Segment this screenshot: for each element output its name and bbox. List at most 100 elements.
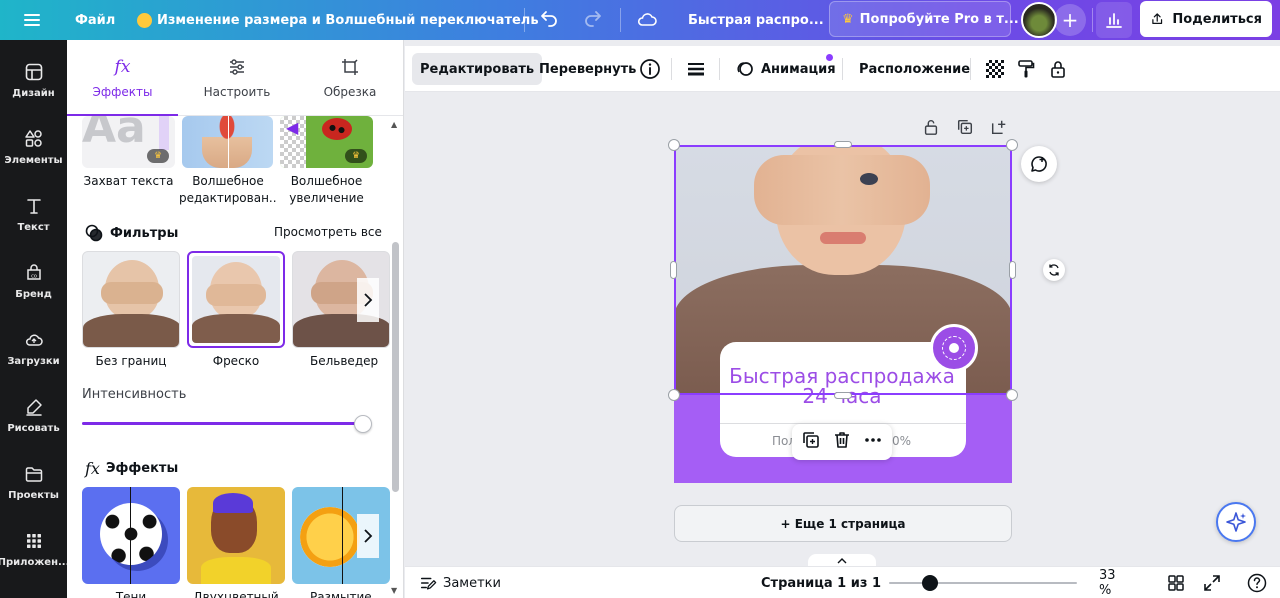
tab-effects[interactable]: fx Эффекты xyxy=(67,40,178,116)
effect-label: Двухцветный xyxy=(193,590,279,598)
portrait-shirt xyxy=(201,557,271,584)
context-toolbar: Редактировать Перевернуть Анимация Распо… xyxy=(405,46,1280,92)
upload-icon xyxy=(1152,13,1163,24)
try-pro-label: Попробуйте Pro в т... xyxy=(859,11,1019,27)
text-grab-accent xyxy=(159,116,169,150)
rail-item-label: Бренд xyxy=(15,288,52,300)
try-pro-button[interactable]: ♛ Попробуйте Pro в т... xyxy=(829,1,1019,37)
scroll-up-icon[interactable]: ▲ xyxy=(391,120,397,129)
position-button[interactable]: Расположение xyxy=(851,53,978,85)
rail-item-text[interactable]: Текст xyxy=(0,184,67,244)
resize-handle-right[interactable] xyxy=(1009,261,1016,279)
notes-button[interactable]: Заметки xyxy=(419,567,501,598)
zoom-level-button[interactable]: 33 % xyxy=(1099,567,1131,598)
transparency-button[interactable] xyxy=(983,57,1007,81)
ladybug-image xyxy=(322,118,352,140)
edit-image-button[interactable]: Редактировать xyxy=(412,53,543,85)
rail-item-label: Текст xyxy=(17,221,50,233)
avatar[interactable] xyxy=(1021,2,1057,38)
file-menu[interactable]: Файл xyxy=(75,0,115,40)
redo-button[interactable] xyxy=(582,0,604,40)
zoom-thumb[interactable] xyxy=(922,575,938,591)
filters-see-all-link[interactable]: Просмотреть все xyxy=(274,225,382,239)
resize-handle-top[interactable] xyxy=(834,141,852,148)
magic-expand-tool[interactable]: ◀ ♛ xyxy=(280,116,373,168)
filters-next-button[interactable] xyxy=(357,278,379,322)
resize-handle-top-right[interactable] xyxy=(1006,139,1018,151)
duplicate-element-icon[interactable] xyxy=(956,118,974,140)
comment-plus-icon xyxy=(1031,156,1047,172)
rail-item-elements[interactable]: Элементы xyxy=(0,117,67,177)
save-status-button[interactable] xyxy=(636,0,658,40)
fullscreen-button[interactable] xyxy=(1203,567,1221,598)
intensity-slider[interactable] xyxy=(82,414,372,434)
page-indicator[interactable]: Страница 1 из 1 xyxy=(761,567,881,598)
more-options-button[interactable] xyxy=(863,430,883,454)
resize-handle-bottom-left[interactable] xyxy=(668,389,680,401)
hands-with-flowers-image xyxy=(202,116,252,168)
duplicate-icon xyxy=(803,432,820,448)
rail-item-design[interactable]: Дизайн xyxy=(0,50,67,110)
doc-title[interactable]: Быстрая распро... xyxy=(688,0,824,40)
filter-fresco[interactable] xyxy=(187,251,285,348)
insights-button[interactable] xyxy=(1096,2,1132,38)
tab-crop[interactable]: Обрезка xyxy=(296,40,403,116)
top-bar: Файл Изменение размера и Волшебный перек… xyxy=(0,0,1280,40)
tool-label-2: Волшебное редактирован... xyxy=(179,173,277,207)
flip-button[interactable]: Перевернуть xyxy=(531,53,644,85)
magic-assistant-button[interactable] xyxy=(1216,502,1256,542)
crop-icon xyxy=(342,59,358,75)
resize-handle-bottom[interactable] xyxy=(834,392,852,399)
scroll-thumb[interactable] xyxy=(392,242,399,492)
add-member-button[interactable]: + xyxy=(1054,4,1086,36)
panel-scrollbar[interactable]: ▲ ▼ xyxy=(389,116,401,598)
share-button[interactable]: Поделиться xyxy=(1140,1,1272,37)
add-page-icon[interactable] xyxy=(990,118,1008,140)
rail-item-draw[interactable]: Рисовать xyxy=(0,385,67,445)
expand-arrow-icon: ◀ xyxy=(286,118,299,137)
add-comment-button[interactable] xyxy=(1021,146,1057,182)
add-page-button[interactable]: + Еще 1 страница xyxy=(674,505,1012,542)
grid-view-button[interactable] xyxy=(1167,567,1185,598)
resize-handle-left[interactable] xyxy=(670,261,677,279)
menu-button[interactable] xyxy=(22,0,42,40)
notes-icon xyxy=(420,577,437,590)
filter-none[interactable] xyxy=(82,251,180,348)
duplicate-button[interactable] xyxy=(801,430,821,454)
rail-item-projects[interactable]: Проекты xyxy=(0,452,67,512)
fx-icon: fx xyxy=(85,459,100,478)
resize-handle-bottom-right[interactable] xyxy=(1006,389,1018,401)
resize-handle-top-left[interactable] xyxy=(668,139,680,151)
rail-item-brand[interactable]: co Бренд xyxy=(0,251,67,311)
effects-next-button[interactable] xyxy=(357,514,379,558)
lock-button[interactable] xyxy=(1046,57,1070,81)
filter-preview-hands xyxy=(101,282,163,304)
rail-item-uploads[interactable]: Загрузки xyxy=(0,318,67,378)
border-style-button[interactable] xyxy=(684,57,708,81)
resize-magic-switch-button[interactable]: Изменение размера и Волшебный переключат… xyxy=(137,0,539,40)
rail-item-label: Рисовать xyxy=(7,422,60,434)
effect-shadows[interactable] xyxy=(82,487,180,584)
filter-preview-hands xyxy=(206,284,266,306)
info-button[interactable] xyxy=(638,57,662,81)
intensity-label: Интенсивность xyxy=(82,387,187,402)
delete-button[interactable] xyxy=(832,430,852,454)
lock-element-icon[interactable] xyxy=(922,118,940,140)
magic-edit-tool[interactable] xyxy=(182,116,273,168)
undo-button[interactable] xyxy=(538,0,560,40)
copy-style-button[interactable] xyxy=(1014,57,1038,81)
help-button[interactable] xyxy=(1247,567,1267,598)
scroll-down-icon[interactable]: ▼ xyxy=(391,586,397,595)
rail-item-label: Проекты xyxy=(8,489,59,501)
text-grab-tool[interactable]: Aa ♛ xyxy=(82,116,175,168)
slider-thumb[interactable] xyxy=(354,415,372,433)
zoom-slider[interactable] xyxy=(889,575,1077,591)
hamburger-icon xyxy=(24,14,40,26)
tab-adjust[interactable]: Настроить xyxy=(178,40,296,116)
text-icon xyxy=(26,198,41,214)
promo-title[interactable]: Быстрая распродажа 24 часа xyxy=(720,366,964,406)
rail-item-apps[interactable]: Приложен... xyxy=(0,519,69,579)
rotate-button[interactable] xyxy=(1043,259,1065,281)
effect-duotone[interactable] xyxy=(187,487,285,584)
redo-icon xyxy=(585,11,601,27)
